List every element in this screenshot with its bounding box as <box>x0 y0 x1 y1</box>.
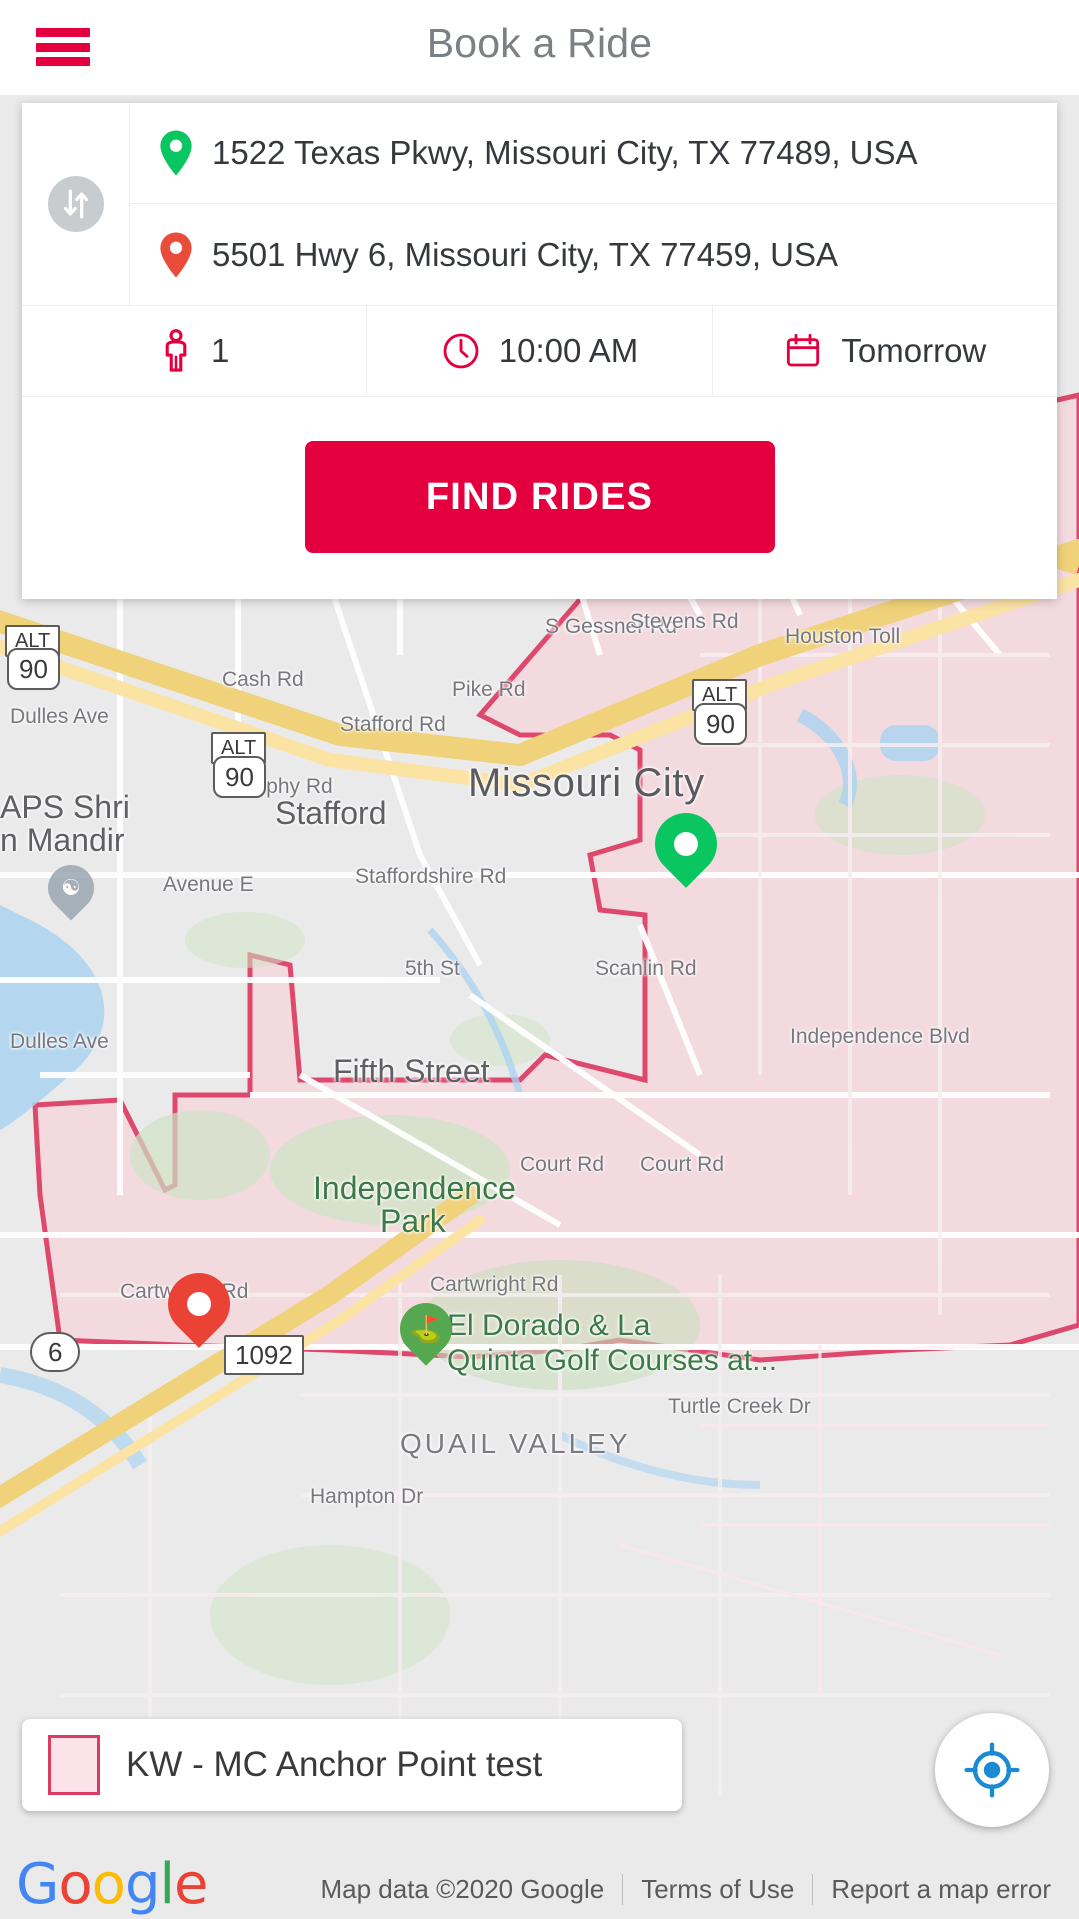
address-column: 1522 Texas Pkwy, Missouri City, TX 77489… <box>130 103 1057 305</box>
google-logo: Google <box>16 1852 209 1917</box>
passenger-count-selector[interactable]: 1 <box>22 306 366 396</box>
dropoff-address-field[interactable]: 5501 Hwy 6, Missouri City, TX 77459, USA <box>130 204 1057 305</box>
find-rides-button[interactable]: FIND RIDES <box>304 441 775 553</box>
golf-glyph: ⛳ <box>409 1313 443 1344</box>
my-location-button[interactable] <box>935 1713 1049 1827</box>
pickup-time-selector[interactable]: 10:00 AM <box>366 306 711 396</box>
highway-shield: 90 <box>7 648 60 690</box>
logo-letter: G <box>16 1852 59 1917</box>
pickup-date-value: Tomorrow <box>841 332 987 369</box>
pickup-date-selector[interactable]: Tomorrow <box>711 306 1057 396</box>
pickup-pin-wrap <box>152 129 200 177</box>
highway-shield: 1092 <box>224 1335 304 1375</box>
passenger-count-value: 1 <box>210 332 230 369</box>
address-block: 1522 Texas Pkwy, Missouri City, TX 77489… <box>22 103 1057 305</box>
terms-of-use-link[interactable]: Terms of Use <box>622 1874 812 1905</box>
highway-shield: 90 <box>213 756 266 798</box>
dropoff-pin-wrap <box>152 231 200 279</box>
highway-shield: 90 <box>694 703 747 745</box>
logo-letter: o <box>91 1852 126 1917</box>
pickup-address-field[interactable]: 1522 Texas Pkwy, Missouri City, TX 77489… <box>130 103 1057 204</box>
logo-letter: o <box>58 1852 92 1917</box>
location-pin-red-icon <box>160 232 192 277</box>
ride-options-row: 1 10:00 AM Tomorrow <box>22 305 1057 397</box>
golf-course-poi-icon[interactable]: ⛳ <box>389 1292 463 1366</box>
map-data-credit: Map data ©2020 Google <box>320 1874 605 1904</box>
highway-shield: 6 <box>30 1332 81 1372</box>
clock-icon <box>441 331 481 371</box>
pickup-time-value: 10:00 AM <box>498 332 639 369</box>
calendar-icon <box>783 331 823 371</box>
temple-poi-icon[interactable]: ☯ <box>38 855 104 921</box>
swap-addresses-button[interactable] <box>47 176 104 232</box>
dropoff-address-text: 5501 Hwy 6, Missouri City, TX 77459, USA <box>212 235 839 273</box>
my-location-icon <box>964 1742 1020 1798</box>
logo-letter: l <box>159 1852 175 1917</box>
booking-card: 1522 Texas Pkwy, Missouri City, TX 77489… <box>22 103 1057 599</box>
cta-container: FIND RIDES <box>22 397 1057 599</box>
location-pin-green-icon <box>160 130 192 176</box>
pickup-address-text: 1522 Texas Pkwy, Missouri City, TX 77489… <box>212 134 918 171</box>
swap-column <box>22 103 130 305</box>
app-header: Book a Ride <box>0 0 1079 95</box>
legend-label: KW - MC Anchor Point test <box>126 1745 543 1784</box>
map-attribution: Map data ©2020 Google Terms of Use Repor… <box>302 1874 1069 1905</box>
report-map-error-link[interactable]: Report a map error <box>812 1874 1069 1905</box>
temple-glyph: ☯ <box>61 875 81 900</box>
map-legend-card[interactable]: KW - MC Anchor Point test <box>22 1719 682 1811</box>
book-a-ride-screen: Cash Rd Pike Rd S Gessner Rd Stevens Rd Miss… <box>0 0 1079 1919</box>
legend-color-swatch <box>48 1735 100 1795</box>
swap-vertical-icon <box>63 189 88 219</box>
person-icon <box>159 329 193 373</box>
logo-letter: g <box>124 1852 161 1917</box>
page-title: Book a Ride <box>426 20 653 66</box>
logo-letter: e <box>174 1852 208 1917</box>
